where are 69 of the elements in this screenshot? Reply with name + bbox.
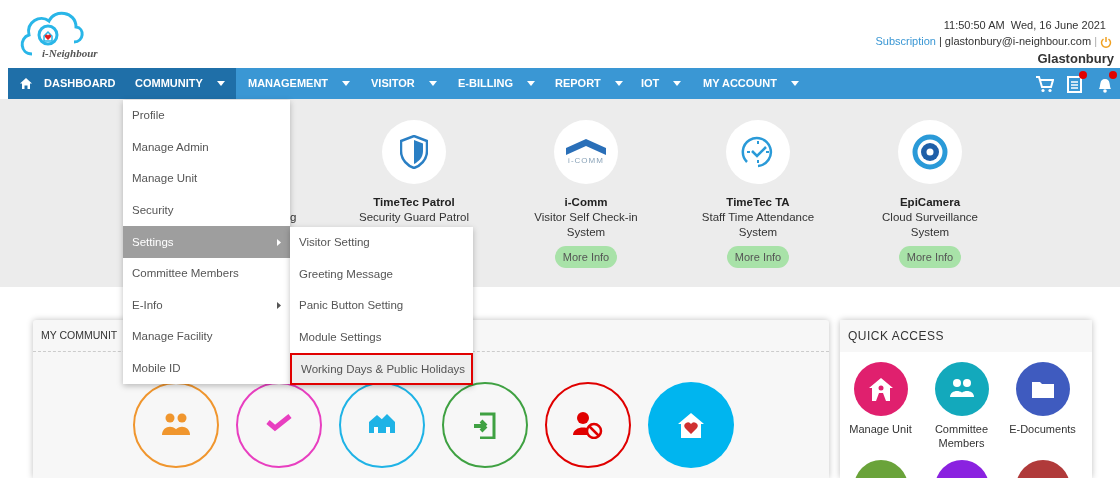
date-time: 11:50:50 AM Wed, 16 June 2021: [943, 18, 1106, 33]
card-title: MY COMMUNIT: [41, 327, 118, 343]
menu-item[interactable]: E-Info: [123, 289, 290, 322]
app-description: Visitor Self Check-in: [534, 210, 638, 225]
menu-item[interactable]: Manage Admin: [123, 131, 290, 164]
person-blocked-icon: [573, 411, 603, 439]
document-button[interactable]: [1066, 74, 1084, 93]
email-text: glastonbury@i-neighbour.com: [944, 34, 1092, 49]
app-description: g: [290, 210, 297, 225]
camera-lens-icon: [912, 134, 948, 170]
quick-access-button[interactable]: [1015, 362, 1070, 416]
submenu-arrow-icon: [277, 238, 281, 246]
separator: |: [1094, 34, 1097, 49]
roof-icon: [564, 138, 608, 156]
quick-access-button[interactable]: [853, 362, 908, 416]
caret-icon: [673, 81, 682, 86]
submenu-item[interactable]: Greeting Message: [290, 258, 473, 291]
submenu-arrow-icon: [277, 301, 281, 309]
app-title: TimeTec TA: [726, 195, 790, 210]
quick-access-button[interactable]: [934, 362, 989, 416]
menu-item[interactable]: Security: [123, 194, 290, 227]
menu-item[interactable]: Committee Members: [123, 257, 290, 290]
menu-item[interactable]: Manage Unit: [123, 163, 290, 195]
logo-text: i-Neighbour: [42, 46, 98, 61]
quick-access-label: Members: [938, 436, 985, 450]
app-description: System: [738, 225, 778, 240]
more-info-button[interactable]: More Info: [554, 246, 618, 268]
app-title: EpiCamera: [899, 195, 961, 210]
submenu-item[interactable]: Panic Button Setting: [290, 290, 473, 322]
caret-icon: [614, 81, 623, 86]
submenu-item[interactable]: Visitor Setting: [290, 227, 473, 259]
quick-access-label: E-Documents: [1009, 422, 1076, 436]
app-description: System: [910, 225, 950, 240]
home-icon: [20, 78, 32, 89]
nav-menu-item[interactable]: COMMUNITY: [123, 68, 236, 99]
heart-house-icon: [676, 411, 706, 439]
submenu-item[interactable]: Module Settings: [290, 321, 473, 354]
app-logo-text: i-COMM: [568, 156, 604, 166]
nav-menu-item[interactable]: DASHBOARD: [8, 68, 123, 99]
more-info-button[interactable]: More Info: [726, 246, 790, 268]
app-description: System: [566, 225, 606, 240]
menu-item[interactable]: Profile: [123, 100, 290, 132]
caret-icon: [428, 81, 437, 86]
quick-access-label: Committee: [934, 422, 989, 436]
feature-tile-button[interactable]: [545, 382, 631, 468]
menu-item[interactable]: Mobile ID: [123, 352, 290, 385]
separator: |: [938, 34, 942, 49]
document-icon: [1066, 74, 1084, 93]
cart-icon: [1036, 74, 1054, 93]
submenu-item[interactable]: Working Days & Public Holidays: [290, 353, 473, 385]
app-description: Cloud Surveillance: [882, 210, 978, 225]
clock-icon: [741, 135, 775, 169]
quick-access-label: Manage Unit: [849, 422, 912, 436]
caret-icon: [790, 81, 799, 86]
more-info-button[interactable]: More Info: [898, 246, 962, 268]
app-description: Security Guard Patrol: [359, 210, 469, 225]
menu-item[interactable]: Manage Facility: [123, 321, 290, 353]
caret-icon: [527, 81, 535, 86]
community-name: Glastonbury: [1037, 51, 1114, 67]
cart-button[interactable]: [1036, 74, 1054, 93]
caret-icon: [216, 81, 225, 86]
shield-icon: [400, 135, 428, 169]
app-title: i-Comm: [564, 195, 608, 210]
app-description: Staff Time Attendance: [701, 210, 815, 225]
caret-icon: [342, 81, 351, 86]
power-icon: [1100, 35, 1112, 48]
app-title: TimeTec Patrol: [373, 195, 455, 210]
bell-button[interactable]: [1096, 74, 1114, 93]
card-title: QUICK ACCESS: [848, 328, 945, 345]
